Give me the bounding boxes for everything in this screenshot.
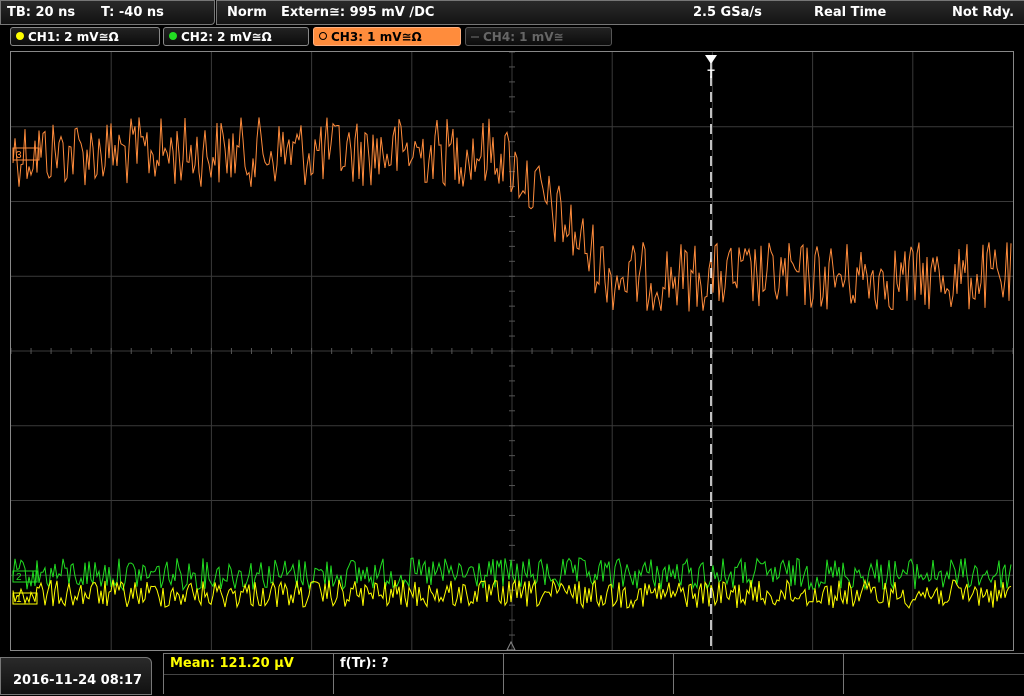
measurement-cell-5[interactable] — [843, 654, 1024, 694]
sample-rate: 2.5 GSa/s — [693, 5, 762, 20]
svg-text:T: T — [707, 67, 715, 81]
ch3-label: CH3: 1 mV≅Ω — [331, 30, 422, 44]
trigger-mode: Norm — [227, 5, 267, 20]
ch2-indicator-icon — [169, 32, 177, 40]
acquisition-state: Not Rdy. — [952, 5, 1015, 20]
trigger-source: Extern≅: 995 mV ∕DC — [281, 5, 435, 20]
measurement-cell-1[interactable]: Mean: 121.20 µV — [163, 654, 334, 694]
status-bar[interactable]: Norm Extern≅: 995 mV ∕DC 2.5 GSa/s Real … — [216, 0, 1024, 25]
trigger-offset-value: T: -40 ns — [101, 5, 164, 20]
tab-ch4[interactable]: CH4: 1 mV≅ — [465, 27, 612, 46]
date-time-value: 2016-11-24 08:17 — [13, 673, 143, 688]
footer: 2016-11-24 08:17 Mean: 121.20 µV f(Tr): … — [0, 653, 1024, 695]
waveform-graticule: T 3 2 1 — [11, 52, 1013, 650]
tab-ch3[interactable]: CH3: 1 mV≅Ω — [313, 27, 461, 46]
tab-ch1[interactable]: CH1: 2 mV≅Ω — [10, 27, 160, 46]
top-bar: TB: 20 ns T: -40 ns Norm Extern≅: 995 mV… — [0, 0, 1024, 25]
channel-tabs: CH1: 2 mV≅Ω CH2: 2 mV≅Ω CH3: 1 mV≅Ω CH4:… — [0, 25, 1024, 49]
date-time: 2016-11-24 08:17 — [0, 657, 152, 695]
mean-measurement: Mean: 121.20 µV — [170, 656, 294, 671]
measurement-cell-2[interactable]: f(Tr): ? — [333, 654, 504, 694]
rise-time-frequency-measurement: f(Tr): ? — [340, 656, 389, 671]
tab-ch2[interactable]: CH2: 2 mV≅Ω — [163, 27, 309, 46]
ch4-label: CH4: 1 mV≅ — [483, 30, 564, 44]
svg-text:1: 1 — [16, 594, 22, 605]
timebase-value: TB: 20 ns — [7, 5, 76, 20]
timebase-panel[interactable]: TB: 20 ns T: -40 ns — [0, 0, 215, 25]
ch4-indicator-icon — [471, 36, 479, 38]
svg-text:2: 2 — [16, 572, 22, 583]
ch2-label: CH2: 2 mV≅Ω — [181, 30, 272, 44]
measurement-panel[interactable]: Mean: 121.20 µV f(Tr): ? — [163, 653, 1024, 696]
graticule-grid — [11, 52, 1013, 650]
ch1-label: CH1: 2 mV≅Ω — [28, 30, 119, 44]
ch1-indicator-icon — [16, 32, 24, 40]
measurement-cell-4[interactable] — [673, 654, 844, 694]
waveform-display[interactable]: T 3 2 1 — [10, 51, 1014, 651]
acquisition-mode: Real Time — [814, 5, 887, 20]
ground-marker-icon — [506, 640, 516, 650]
svg-text:3: 3 — [16, 150, 22, 161]
ch3-indicator-icon — [319, 32, 327, 40]
trigger-marker-icon[interactable]: T — [705, 55, 717, 650]
measurement-cell-3[interactable] — [503, 654, 674, 694]
